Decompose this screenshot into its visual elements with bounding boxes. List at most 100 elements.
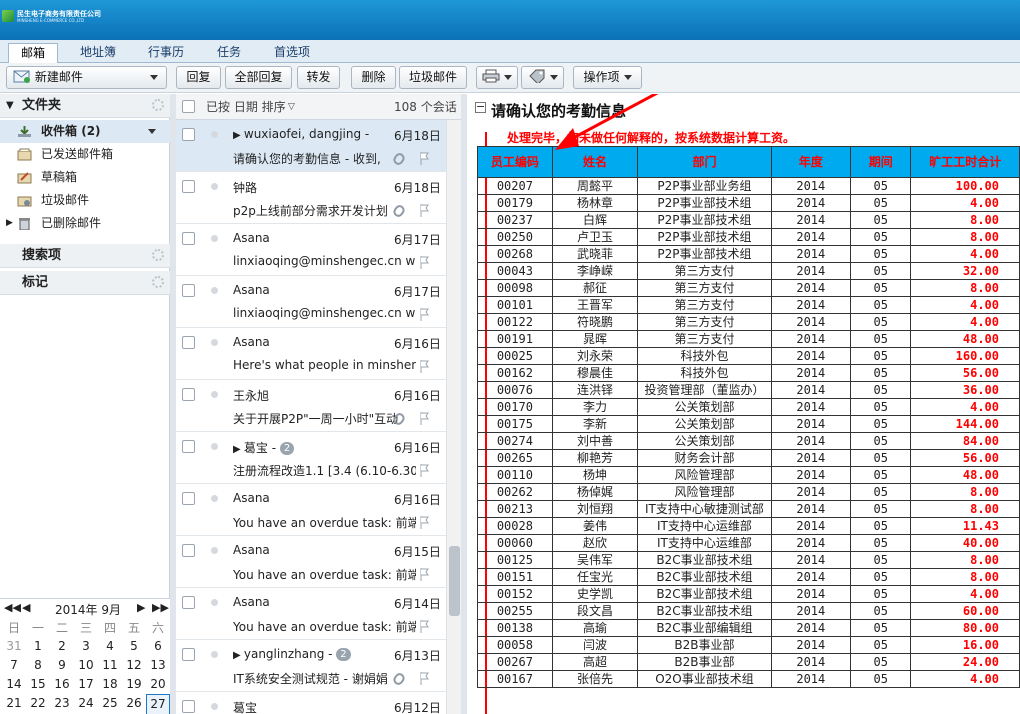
calendar-day[interactable]: 26: [122, 694, 146, 713]
new-mail-button[interactable]: 新建邮件: [6, 66, 167, 89]
message-checkbox[interactable]: [182, 596, 195, 609]
tags-section-header[interactable]: 标记: [0, 271, 170, 295]
print-button[interactable]: [476, 66, 518, 89]
prev-month-icon[interactable]: ◀: [22, 601, 30, 614]
prev-year-icon[interactable]: ◀◀: [4, 601, 21, 614]
message-row[interactable]: Asana 6月16日 You have an overdue task: 前端开发: [176, 484, 461, 536]
message-checkbox[interactable]: [182, 128, 195, 141]
flag-icon[interactable]: [420, 204, 429, 217]
flag-icon[interactable]: [420, 464, 429, 477]
message-row[interactable]: ▶ wuxiaofei, dangjing -6月18日 请确认您的考勤信息 - …: [176, 120, 461, 172]
flag-icon[interactable]: [420, 672, 429, 685]
calendar-day[interactable]: 8: [26, 656, 50, 675]
calendar-day[interactable]: 15: [26, 675, 50, 694]
unread-dot-icon[interactable]: [211, 339, 218, 346]
inbox-chevron-icon[interactable]: [148, 129, 156, 134]
message-row[interactable]: Asana 6月16日 Here's what people in minsheng…: [176, 328, 461, 380]
flag-icon[interactable]: [420, 620, 429, 633]
calendar-day[interactable]: 18: [98, 675, 122, 694]
tab-tasks[interactable]: 任务: [205, 43, 253, 63]
unread-dot-icon[interactable]: [211, 443, 218, 450]
message-checkbox[interactable]: [182, 284, 195, 297]
delete-button[interactable]: 删除: [351, 66, 396, 89]
message-checkbox[interactable]: [182, 492, 195, 505]
tab-address-book[interactable]: 地址簿: [68, 43, 128, 63]
calendar-day[interactable]: 22: [26, 694, 50, 713]
unread-dot-icon[interactable]: [211, 287, 218, 294]
scrollbar-thumb[interactable]: [449, 546, 460, 616]
flag-icon[interactable]: [420, 256, 429, 269]
message-checkbox[interactable]: [182, 180, 195, 193]
tab-calendar[interactable]: 行事历: [136, 43, 196, 63]
message-row[interactable]: Asana 6月17日 linxiaoqing@minshengec.cn want…: [176, 224, 461, 276]
sidebar-item-drafts[interactable]: 草稿箱: [0, 166, 170, 189]
message-checkbox[interactable]: [182, 388, 195, 401]
folders-header[interactable]: ▼ 文件夹: [0, 94, 170, 118]
calendar-day[interactable]: 9: [50, 656, 74, 675]
calendar-day[interactable]: 19: [122, 675, 146, 694]
expand-triangle-icon[interactable]: ▶: [6, 212, 13, 235]
thread-expand-icon[interactable]: ▶: [233, 650, 244, 661]
calendar-day[interactable]: 23: [50, 694, 74, 713]
calendar-day[interactable]: 6: [146, 637, 170, 656]
next-year-icon[interactable]: ▶▶: [152, 601, 169, 614]
calendar-day[interactable]: 21: [2, 694, 26, 713]
calendar-day[interactable]: 7: [2, 656, 26, 675]
reply-all-button[interactable]: 全部回复: [225, 66, 292, 89]
sidebar-item-spam[interactable]: 垃圾邮件: [0, 189, 170, 212]
unread-dot-icon[interactable]: [211, 235, 218, 242]
spam-button[interactable]: 垃圾邮件: [399, 66, 467, 89]
calendar-day[interactable]: 14: [2, 675, 26, 694]
select-all-checkbox[interactable]: [182, 100, 195, 113]
calendar-day[interactable]: 4: [98, 637, 122, 656]
unread-dot-icon[interactable]: [211, 391, 218, 398]
message-checkbox[interactable]: [182, 336, 195, 349]
calendar-day[interactable]: 20: [146, 675, 170, 694]
tag-button[interactable]: [521, 66, 564, 89]
flag-icon[interactable]: [420, 516, 429, 529]
sidebar-item-inbox[interactable]: 收件箱 (2): [0, 120, 170, 143]
calendar-day[interactable]: 31: [2, 637, 26, 656]
message-checkbox[interactable]: [182, 648, 195, 661]
calendar-day[interactable]: 16: [50, 675, 74, 694]
calendar-day[interactable]: 25: [98, 694, 122, 713]
message-row[interactable]: ▶ yanglinzhang - 2 6月13日 IT系统安全测试规范 - 谢娟娟: [176, 640, 461, 692]
search-gear-icon[interactable]: [152, 249, 164, 261]
tags-gear-icon[interactable]: [152, 276, 164, 288]
actions-button[interactable]: 操作项: [573, 66, 642, 89]
unread-dot-icon[interactable]: [211, 703, 218, 710]
flag-icon[interactable]: [420, 308, 429, 321]
message-row[interactable]: Asana 6月15日 You have an overdue task: 前端开发: [176, 536, 461, 588]
unread-dot-icon[interactable]: [211, 131, 218, 138]
tab-mail[interactable]: 邮箱: [8, 43, 59, 63]
unread-dot-icon[interactable]: [211, 495, 218, 502]
unread-dot-icon[interactable]: [211, 599, 218, 606]
calendar-day[interactable]: 11: [98, 656, 122, 675]
flag-icon[interactable]: [420, 568, 429, 581]
calendar-day[interactable]: 24: [74, 694, 98, 713]
calendar-day[interactable]: 2: [50, 637, 74, 656]
calendar-day[interactable]: 10: [74, 656, 98, 675]
message-checkbox[interactable]: [182, 440, 195, 453]
message-row[interactable]: 钟路 6月18日 p2p上线前部分需求开发计划: [176, 172, 461, 224]
calendar-day[interactable]: 13: [146, 656, 170, 675]
unread-dot-icon[interactable]: [211, 651, 218, 658]
next-month-icon[interactable]: ▶: [137, 601, 145, 614]
collapse-triangle-icon[interactable]: ▼: [6, 94, 14, 118]
forward-button[interactable]: 转发: [297, 66, 340, 89]
chevron-down-icon[interactable]: [150, 75, 158, 80]
message-row[interactable]: 王永旭 6月16日 关于开展P2P"一周一小时"互动: [176, 380, 461, 432]
message-checkbox[interactable]: [182, 232, 195, 245]
sort-label[interactable]: 已按 日期 排序: [206, 94, 286, 120]
message-row[interactable]: Asana 6月14日 You have an overdue task: 前端开发: [176, 588, 461, 640]
message-list-scrollbar[interactable]: [446, 120, 461, 714]
calendar-day[interactable]: 17: [74, 675, 98, 694]
unread-dot-icon[interactable]: [211, 547, 218, 554]
sidebar-item-sent[interactable]: 已发送邮件箱: [0, 143, 170, 166]
flag-icon[interactable]: [420, 152, 429, 165]
flag-icon[interactable]: [420, 360, 429, 373]
calendar-day[interactable]: 5: [122, 637, 146, 656]
reply-button[interactable]: 回复: [176, 66, 221, 89]
flag-icon[interactable]: [420, 412, 429, 425]
gear-icon[interactable]: [152, 99, 164, 111]
